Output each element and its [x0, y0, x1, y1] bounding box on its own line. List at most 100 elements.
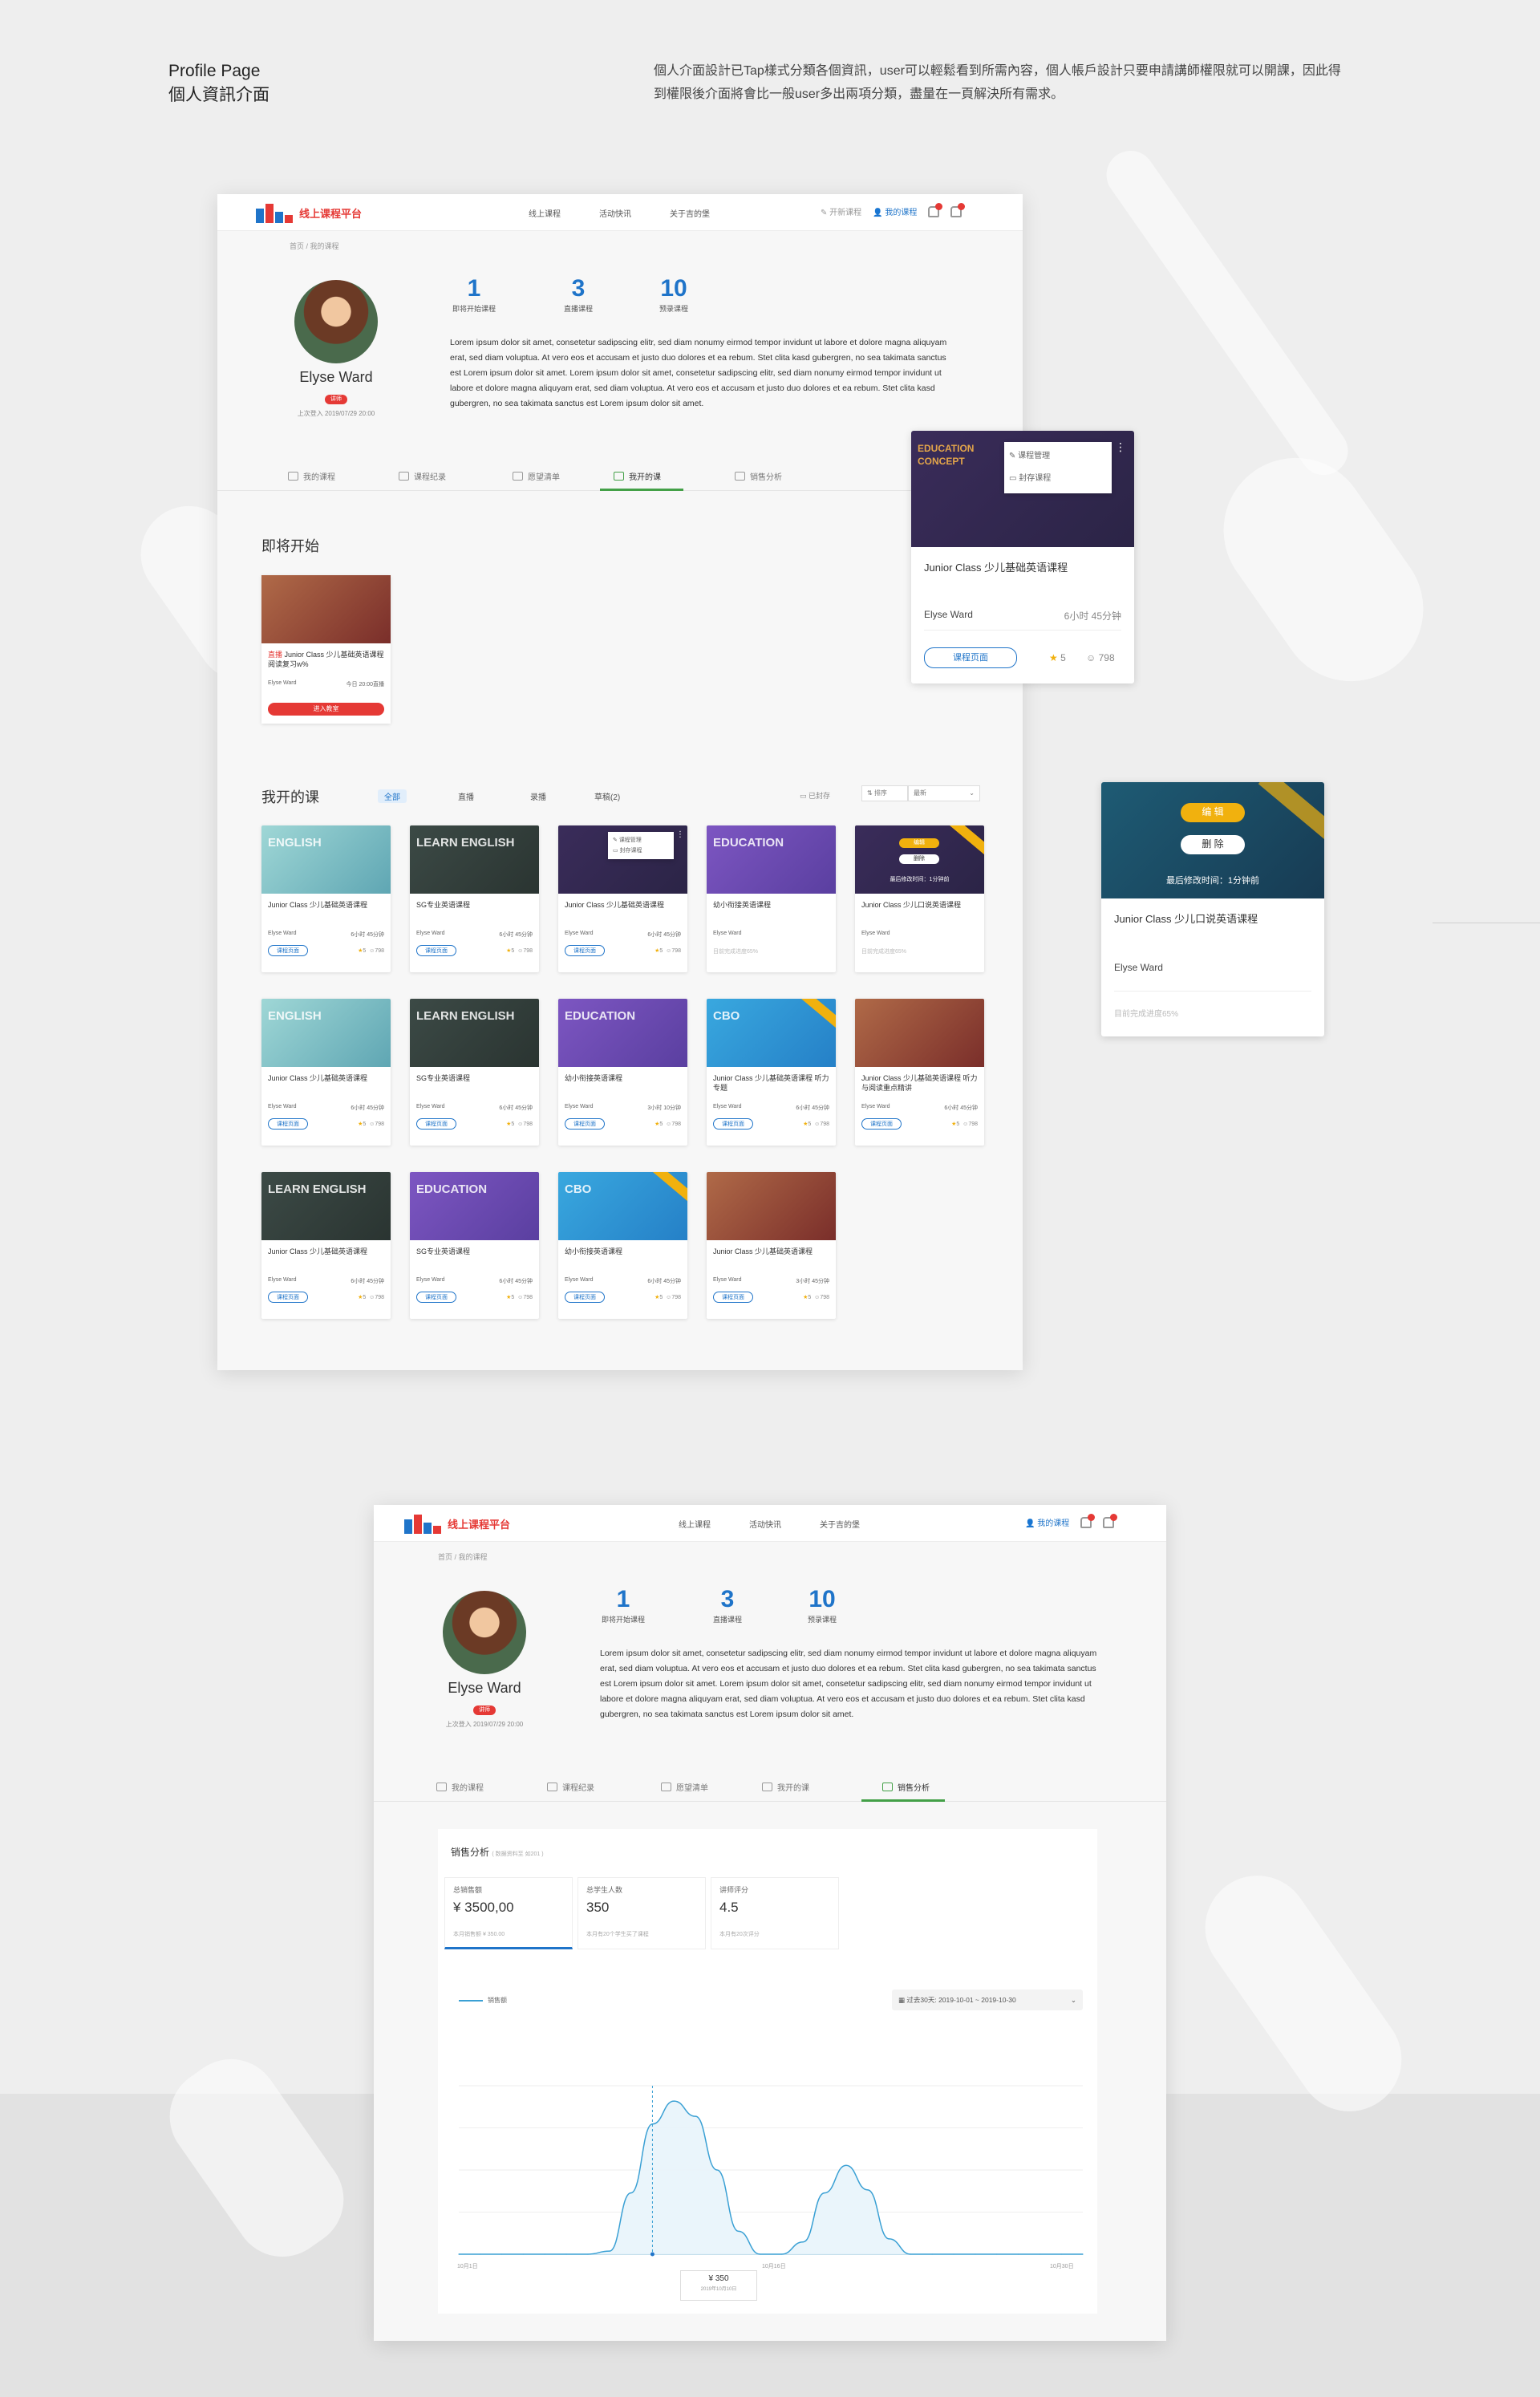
upcoming-course-card[interactable]: 直播 Junior Class 少儿基础英语课程 阅读复习w% Elyse Wa… — [261, 575, 391, 724]
tab-wishlist[interactable]: 愿望清单 — [513, 470, 560, 482]
enter-classroom-button[interactable]: 进入教室 — [268, 703, 384, 716]
last-login: 上次登入 2019/07/29 20:00 — [445, 1721, 524, 1728]
nav-link-news[interactable]: 活动快讯 — [749, 1518, 781, 1530]
user-icon: ☺ — [1086, 652, 1096, 663]
course-card[interactable]: EDUCATION SG专业英语课程 Elyse Ward 6小时 45分钟 课程页面 ★… — [410, 1172, 539, 1319]
course-page-button[interactable]: 课程页面 — [565, 945, 605, 956]
menu-item-archive[interactable]: ▭ 封存课程 — [1009, 468, 1107, 490]
course-page-button[interactable]: 课程页面 — [713, 1118, 753, 1130]
heart-icon — [513, 472, 523, 481]
edit-button[interactable]: 编 辑 — [1181, 803, 1245, 822]
course-page-button[interactable]: 课程页面 — [861, 1118, 902, 1130]
tab-my-courses[interactable]: 我的课程 — [436, 1781, 484, 1793]
course-author: Elyse Ward — [268, 1104, 297, 1109]
filter-live[interactable]: 直播 — [458, 790, 474, 802]
logo[interactable]: 线上课程平台 — [256, 201, 362, 224]
logo[interactable]: 线上课程平台 — [404, 1512, 510, 1535]
graduation-cap-icon — [614, 472, 624, 481]
tab-sales-analysis[interactable]: 销售分析 — [882, 1781, 930, 1793]
course-page-button[interactable]: 课程页面 — [713, 1292, 753, 1303]
course-card-expanded[interactable]: EDUCATION CONCEPT ✎ 课程管理 ▭ 封存课程 ⋮ Junior … — [911, 431, 1134, 683]
course-meta: Elyse Ward 6小时 45分钟 — [410, 931, 539, 939]
course-stats: ★5 ☺798 — [358, 1121, 384, 1127]
course-page-button[interactable]: 课程页面 — [565, 1118, 605, 1130]
graduation-cap-icon — [762, 1783, 772, 1791]
course-card[interactable]: Junior Class 少儿基础英语课程 听力与阅读重点精讲 Elyse War… — [855, 999, 984, 1146]
course-stats: ★5 ☺798 — [358, 1294, 384, 1300]
breadcrumb-home[interactable]: 首页 — [290, 242, 304, 250]
cart-icon[interactable] — [950, 202, 966, 217]
course-thumbnail: EDUCATION — [707, 825, 836, 894]
menu-item-manage[interactable]: ✎ 课程管理 — [613, 835, 669, 846]
bell-icon[interactable] — [928, 202, 943, 217]
tab-my-open-courses[interactable]: 我开的课 — [762, 1781, 809, 1793]
sort-select[interactable]: 最新 ⌄ — [908, 785, 980, 801]
nav-link-courses[interactable]: 线上课程 — [679, 1518, 711, 1530]
course-card[interactable]: 编辑 删除 最后修改时间：1分钟前 Junior Class 少儿口说英语课程 Elys… — [855, 825, 984, 972]
course-thumbnail: ✎ 课程管理 ▭ 封存课程 ⋮ — [558, 825, 687, 894]
course-meta: Elyse Ward 3小时 10分钟 — [558, 1104, 687, 1112]
course-page-button[interactable]: 课程页面 — [268, 945, 308, 956]
course-card[interactable]: LEARN ENGLISH Junior Class 少儿基础英语课程 Elyse … — [261, 1172, 391, 1319]
more-vertical-icon[interactable]: ⋮ — [676, 830, 684, 839]
filter-draft[interactable]: 草稿(2) — [594, 790, 620, 802]
delete-button[interactable]: 删除 — [899, 854, 939, 864]
corner-ribbon — [649, 1172, 687, 1206]
course-page-button[interactable]: 课程页面 — [416, 1118, 456, 1130]
open-course-link[interactable]: ✎ 开新课程 — [821, 205, 861, 217]
nav-right: 👤 我的课程 — [1025, 1513, 1118, 1528]
course-page-button[interactable]: 课程页面 — [565, 1292, 605, 1303]
students-value: 798 — [671, 1295, 681, 1300]
breadcrumb-home[interactable]: 首页 — [438, 1553, 452, 1561]
archived-toggle[interactable]: ▭ 已封存 — [800, 790, 830, 801]
more-vertical-icon[interactable]: ⋮ — [1115, 440, 1126, 454]
menu-item-archive[interactable]: ▭ 封存课程 — [613, 846, 669, 856]
chart-tooltip: ¥ 350 2019年10月10日 — [680, 2270, 757, 2301]
course-page-button[interactable]: 课程页面 — [268, 1118, 308, 1130]
course-card[interactable]: ✎ 课程管理 ▭ 封存课程 ⋮ Junior Class 少儿基础英语课程 Elyse … — [558, 825, 687, 972]
course-card[interactable]: CBO Junior Class 少儿基础英语课程 听力专题 Elyse Ward 6… — [707, 999, 836, 1146]
tab-course-history[interactable]: 课程纪录 — [547, 1781, 594, 1793]
tab-course-history[interactable]: 课程纪录 — [399, 470, 446, 482]
cart-icon[interactable] — [1103, 1513, 1118, 1528]
course-page-button[interactable]: 课程页面 — [924, 647, 1017, 668]
course-card[interactable]: LEARN ENGLISH SG专业英语课程 Elyse Ward 6小时 45分钟课… — [410, 825, 539, 972]
nav-link-about[interactable]: 关于吉的堡 — [670, 207, 710, 219]
my-course-link[interactable]: 👤 我的课程 — [873, 205, 917, 217]
course-page-button[interactable]: 课程页面 — [416, 1292, 456, 1303]
course-card[interactable]: ENGLISH Junior Class 少儿基础英语课程 Elyse Ward 6小… — [261, 825, 391, 972]
thumbnail-text: LEARN ENGLISH — [416, 1009, 515, 1023]
nav-link-news[interactable]: 活动快讯 — [599, 207, 631, 219]
bell-icon[interactable] — [1080, 1513, 1096, 1528]
data-point — [673, 2100, 675, 2102]
course-actions: 课程页面 ★5 ☺798 — [261, 1292, 391, 1303]
nav-link-about[interactable]: 关于吉的堡 — [820, 1518, 860, 1530]
rating-value: 5 — [363, 1295, 367, 1300]
course-card[interactable]: LEARN ENGLISH SG专业英语课程 Elyse Ward 6小时 45分钟课… — [410, 999, 539, 1146]
nav-link-courses[interactable]: 线上课程 — [529, 207, 561, 219]
course-page-button[interactable]: 课程页面 — [416, 945, 456, 956]
students-value: 798 — [375, 1121, 384, 1127]
course-duration: 6小时 45分钟 — [796, 1105, 829, 1111]
filter-recorded[interactable]: 录播 — [530, 790, 546, 802]
tab-my-courses[interactable]: 我的课程 — [288, 470, 335, 482]
corner-ribbon — [797, 999, 836, 1032]
my-course-link[interactable]: 👤 我的课程 — [1025, 1516, 1069, 1528]
course-card[interactable]: ENGLISH Junior Class 少儿基础英语课程 Elyse Ward 6小… — [261, 999, 391, 1146]
course-actions: 课程页面 ★5 ☺798 — [707, 1118, 836, 1130]
edit-button[interactable]: 编辑 — [899, 838, 939, 848]
course-card[interactable]: EDUCATION 幼小衔接英语课程 Elyse Ward 目前完成进度65% — [707, 825, 836, 972]
delete-button[interactable]: 删 除 — [1181, 835, 1245, 854]
course-card[interactable]: EDUCATION 幼小衔接英语课程 Elyse Ward 3小时 10分钟 课程页面 ★… — [558, 999, 687, 1146]
tab-my-open-courses[interactable]: 我开的课 — [614, 470, 661, 482]
course-page-button[interactable]: 课程页面 — [268, 1292, 308, 1303]
course-card[interactable]: Junior Class 少儿基础英语课程 Elyse Ward 3小时 45分钟课… — [707, 1172, 836, 1319]
tab-sales-analysis[interactable]: 销售分析 — [735, 470, 782, 482]
course-card[interactable]: CBO 幼小衔接英语课程 Elyse Ward 6小时 45分钟 课程页面 ★5 ☺798 — [558, 1172, 687, 1319]
filter-all[interactable]: 全部 — [378, 789, 407, 803]
course-stats: ★5 ☺798 — [506, 1121, 533, 1127]
intro-title-en: Profile Page — [168, 62, 261, 80]
draft-course-card-expanded[interactable]: 编 辑 删 除 最后修改时间：1分钟前 Junior Class 少儿口说英语课… — [1101, 782, 1324, 1036]
menu-item-manage[interactable]: ✎ 课程管理 — [1009, 445, 1107, 468]
tab-wishlist[interactable]: 愿望清单 — [661, 1781, 708, 1793]
